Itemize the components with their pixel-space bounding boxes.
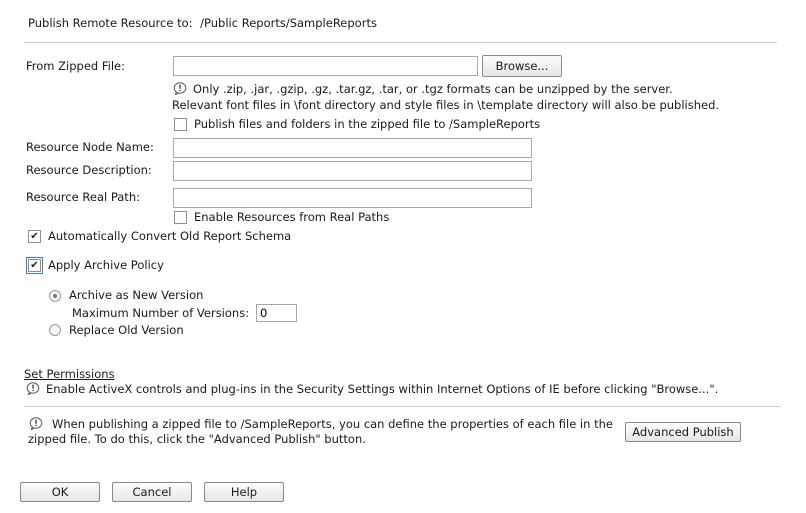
archive-new-version-radio[interactable] xyxy=(49,290,61,302)
browse-button[interactable]: Browse... xyxy=(482,55,562,77)
publish-destination-label: Publish Remote Resource to: xyxy=(28,16,193,30)
zip-format-note: Only .zip, .jar, .gzip, .gz, .tar.gz, .t… xyxy=(193,82,673,96)
zipped-file-label: From Zipped File: xyxy=(26,59,125,73)
replace-old-version-radio[interactable] xyxy=(49,324,61,336)
resource-description-label: Resource Description: xyxy=(26,163,152,177)
set-permissions-link[interactable]: Set Permissions xyxy=(24,367,115,381)
advanced-publish-note-line2: zipped file. To do this, click the "Adva… xyxy=(28,432,366,446)
publish-folder-label: Publish files and folders in the zipped … xyxy=(194,117,541,131)
archive-new-version-label: Archive as New Version xyxy=(69,288,204,302)
header-divider xyxy=(24,42,777,43)
enable-real-paths-label: Enable Resources from Real Paths xyxy=(194,210,390,224)
activex-note: Enable ActiveX controls and plug-ins in … xyxy=(46,382,719,396)
zipped-file-input[interactable] xyxy=(173,56,478,76)
publish-folder-checkbox[interactable] xyxy=(174,118,187,131)
publish-destination-header: Publish Remote Resource to: /Public Repo… xyxy=(28,16,377,30)
resource-real-path-label: Resource Real Path: xyxy=(26,190,140,204)
permissions-divider xyxy=(24,406,781,407)
ok-button[interactable]: OK xyxy=(20,482,100,502)
max-versions-input[interactable] xyxy=(256,304,297,322)
convert-schema-label: Automatically Convert Old Report Schema xyxy=(48,229,292,243)
resource-description-input[interactable] xyxy=(173,161,532,181)
archive-policy-checkbox[interactable]: ✔ xyxy=(26,257,43,274)
help-button[interactable]: Help xyxy=(204,482,284,502)
resource-real-path-input[interactable] xyxy=(173,188,532,208)
archive-policy-label: Apply Archive Policy xyxy=(48,258,164,272)
convert-schema-checkbox[interactable]: ✔ xyxy=(28,230,41,243)
advanced-publish-button[interactable]: Advanced Publish xyxy=(625,422,741,442)
info-icon xyxy=(29,417,43,430)
cancel-button[interactable]: Cancel xyxy=(112,482,192,502)
publish-destination-path: /Public Reports/SampleReports xyxy=(200,16,377,30)
resource-node-name-label: Resource Node Name: xyxy=(26,140,154,154)
replace-old-version-label: Replace Old Version xyxy=(69,323,184,337)
enable-real-paths-checkbox[interactable] xyxy=(174,211,187,224)
advanced-publish-note-line1: When publishing a zipped file to /Sample… xyxy=(52,417,613,431)
info-icon xyxy=(173,82,187,95)
info-icon xyxy=(26,382,40,395)
max-versions-label: Maximum Number of Versions: xyxy=(72,306,250,320)
font-template-note: Relevant font files in \font directory a… xyxy=(172,98,720,112)
radio-selected-dot xyxy=(53,294,57,298)
resource-node-name-input[interactable] xyxy=(173,138,532,158)
